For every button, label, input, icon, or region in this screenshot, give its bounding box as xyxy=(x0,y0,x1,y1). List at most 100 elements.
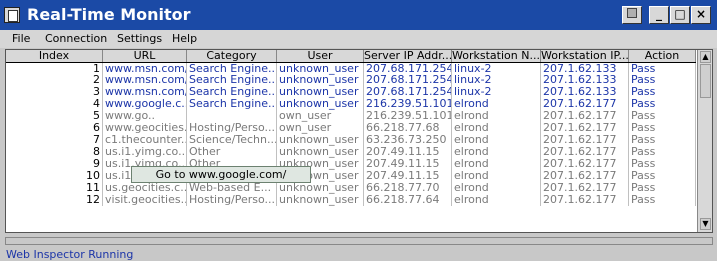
table-row[interactable]: 10us.i1.yimg.co...Otherunknown_user207.4… xyxy=(6,170,696,182)
cell-url[interactable]: us.geocities.c... xyxy=(103,182,187,194)
cell-index: 6 xyxy=(6,122,103,134)
cell-server-ip: 63.236.73.250 xyxy=(364,134,452,146)
cell-server-ip: 66.218.77.68 xyxy=(364,122,452,134)
cell-category: Search Engine.. xyxy=(187,74,277,86)
maximize-button[interactable]: □ xyxy=(670,6,690,24)
cell-user: unknown_user xyxy=(277,134,364,146)
cell-workstation-name: elrond xyxy=(452,182,541,194)
cell-server-ip: 66.218.77.70 xyxy=(364,182,452,194)
minimize-button[interactable]: _ xyxy=(649,6,669,24)
cell-workstation-name: elrond xyxy=(452,158,541,170)
cell-action: Pass xyxy=(629,110,696,122)
table-row[interactable]: 11 us.geocities.c... Web-based E... unknown… xyxy=(6,182,696,194)
cell-url[interactable]: www.msn.com/ xyxy=(103,86,187,98)
cell-workstation-ip: 207.1.62.177 xyxy=(541,98,629,110)
table-row[interactable]: 9 us.i1.yimg.co... Other unknown_user 207.49… xyxy=(6,158,696,170)
cell-url[interactable]: c1.thecounter.... xyxy=(103,134,187,146)
cell-server-ip: 207.68.171.254 xyxy=(366,74,452,86)
cell-action: Pass xyxy=(629,134,696,146)
cell-index: 2 xyxy=(6,74,103,86)
table-header: Index URL Category User Server IP Addr..… xyxy=(6,50,696,62)
table-row[interactable]: 8 us.i1.yimg.co... Other unknown_user 207.49… xyxy=(6,146,696,158)
log-table[interactable]: Index URL Category User Server IP Addr..… xyxy=(5,49,713,233)
cell-server-ip: 216.239.51.101 xyxy=(366,110,452,122)
column-header-category[interactable]: Category xyxy=(187,50,277,62)
table-row[interactable]: 2 www.msn.com/Search Engine.. unknown_user… xyxy=(6,74,696,86)
cell-user: unknown_user xyxy=(277,98,364,110)
column-header-workstation-name[interactable]: Workstation N... xyxy=(452,50,541,62)
cell-workstation-ip: 207.1.62.177 xyxy=(541,146,629,158)
cell-url[interactable]: www.go.. xyxy=(103,110,187,122)
close-button[interactable]: × xyxy=(691,6,711,24)
cell-category xyxy=(187,110,277,122)
table-row[interactable]: 5 www.go.. own_user 216.239.51.101 elrond 207… xyxy=(6,110,696,122)
cell-workstation-name: linux-2 xyxy=(452,74,541,86)
column-header-url[interactable]: URL xyxy=(103,50,187,62)
table-row[interactable]: 3 www.msn.com/Search Engine.. unknown_user… xyxy=(6,86,696,98)
table-row[interactable]: 12 visit.geocities... Hosting/Perso... unkn… xyxy=(6,194,696,206)
cell-index: 9 xyxy=(6,158,103,170)
cell-action: Pass xyxy=(629,74,696,86)
cell-workstation-ip: 207.1.62.177 xyxy=(541,170,629,182)
app-icon xyxy=(4,7,20,23)
scroll-down-arrow-icon[interactable]: ▼ xyxy=(700,218,711,230)
table-row[interactable]: 4 www.google.c.. Search Engine.. unknown_us… xyxy=(6,98,696,110)
cell-workstation-name: elrond xyxy=(452,194,541,206)
window-icon[interactable] xyxy=(622,6,642,24)
cell-category: Science/Techn... xyxy=(189,134,277,146)
menu-settings[interactable]: Settings xyxy=(117,32,162,45)
cell-url[interactable]: us.i1.yimg.co... xyxy=(103,146,187,158)
cell-url[interactable]: visit.geocities... xyxy=(103,194,187,206)
table-row[interactable]: 6 www.geocities... Hosting/Perso... own_use… xyxy=(6,122,696,134)
menu-connection[interactable]: Connection xyxy=(45,32,107,45)
cell-workstation-name: linux-2 xyxy=(452,86,541,98)
cell-action: Pass xyxy=(629,158,696,170)
cell-server-ip: 207.49.11.15 xyxy=(364,158,452,170)
cell-workstation-name: elrond xyxy=(452,146,541,158)
column-header-user[interactable]: User xyxy=(277,50,364,62)
column-header-action[interactable]: Action xyxy=(629,50,696,62)
column-header-server-ip[interactable]: Server IP Addr... xyxy=(364,50,452,62)
cell-user: unknown_user xyxy=(277,194,364,206)
cell-url[interactable]: www.google.c.. xyxy=(103,98,187,110)
cell-index: 5 xyxy=(6,110,103,122)
cell-user: unknown_user xyxy=(277,86,364,98)
cell-user: unknown_user xyxy=(277,146,364,158)
cell-workstation-name: elrond xyxy=(452,170,541,182)
cell-workstation-name: elrond xyxy=(452,98,541,110)
vertical-scrollbar[interactable]: ▲ ▼ xyxy=(697,50,712,232)
cell-category: Search Engine.. xyxy=(187,98,277,110)
cell-url[interactable]: www.geocities... xyxy=(103,122,187,134)
cell-url[interactable]: www.msn.com/ xyxy=(103,74,187,86)
cell-user: own_user xyxy=(277,110,364,122)
menu-file[interactable]: File xyxy=(12,32,30,45)
cell-user: unknown_user xyxy=(277,74,364,86)
cell-user: unknown_user xyxy=(277,182,364,194)
cell-server-ip: 66.218.77.64 xyxy=(364,194,452,206)
cell-server-ip: 207.49.11.15 xyxy=(364,170,452,182)
cell-index: 12 xyxy=(6,194,103,206)
menu-help[interactable]: Help xyxy=(172,32,197,45)
cell-action: Pass xyxy=(629,170,696,182)
cell-index: 11 xyxy=(6,182,103,194)
scroll-up-arrow-icon[interactable]: ▲ xyxy=(700,51,711,63)
cell-workstation-ip: 207.1.62.177 xyxy=(541,182,629,194)
menu-bar: File Connection Settings Help xyxy=(0,30,717,48)
cell-category: Other xyxy=(187,146,277,158)
cell-action: Pass xyxy=(629,122,696,134)
cell-index: 3 xyxy=(6,86,103,98)
cell-index: 4 xyxy=(6,98,103,110)
cell-category: Web-based E... xyxy=(187,182,277,194)
cell-workstation-ip: 207.1.62.177 xyxy=(541,110,629,122)
cell-category: Hosting/Perso... xyxy=(189,194,277,206)
column-header-workstation-ip[interactable]: Workstation IP... xyxy=(541,50,629,62)
window-title: Real-Time Monitor xyxy=(27,5,191,24)
cell-server-ip: 207.68.171.254 xyxy=(366,86,452,98)
cell-action: Pass xyxy=(629,146,696,158)
scroll-thumb[interactable] xyxy=(700,64,711,98)
title-bar: Real-Time Monitor _ □ × xyxy=(0,0,717,30)
table-row[interactable]: 7 c1.thecounter.... Science/Techn... unknow… xyxy=(6,134,696,146)
cell-workstation-ip: 207.1.62.177 xyxy=(541,194,629,206)
status-bar: Web Inspector Running xyxy=(0,233,717,261)
column-header-index[interactable]: Index xyxy=(6,50,103,62)
